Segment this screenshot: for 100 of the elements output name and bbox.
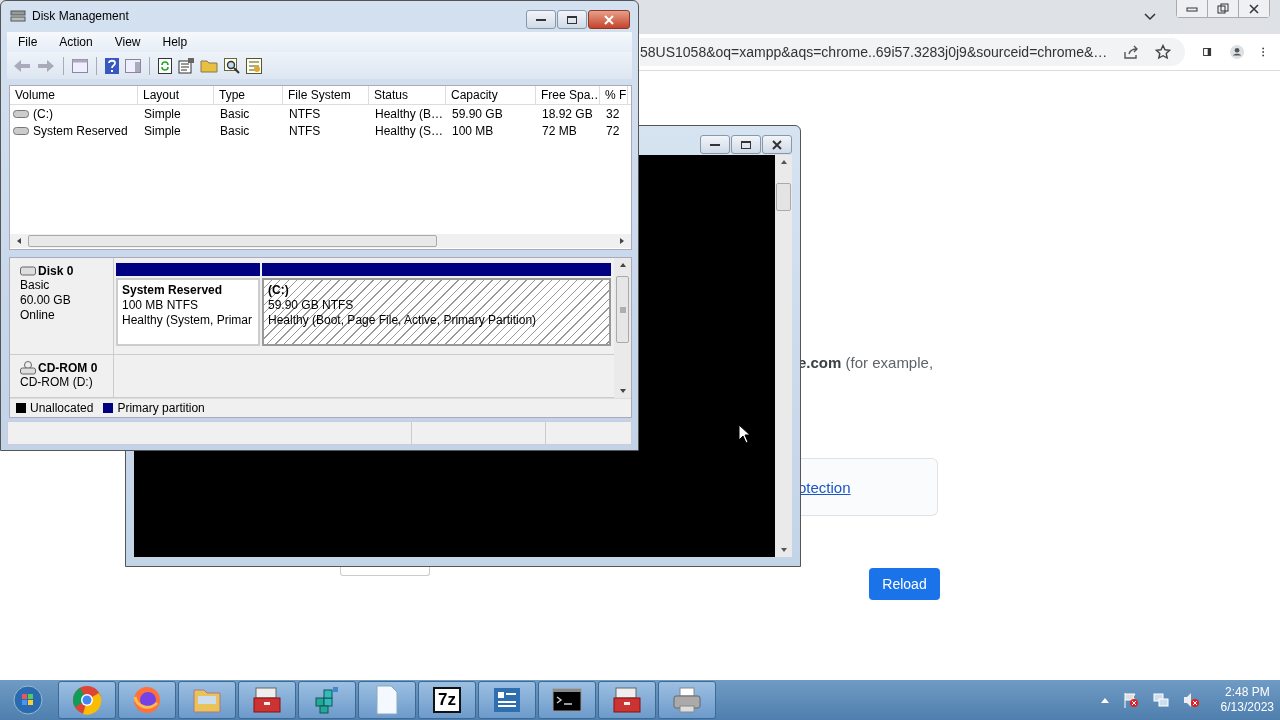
table-cell-text: 72 (605, 123, 621, 138)
close-button[interactable] (1238, 0, 1269, 17)
maximize-icon (567, 15, 577, 24)
taskbar-button[interactable] (598, 681, 656, 719)
table-cell: (C:) (33, 106, 53, 121)
table-cell-text: Simple (143, 106, 182, 121)
clock[interactable]: 2:48 PM 6/13/2023 (1220, 685, 1274, 715)
table-cell-text: NTFS (288, 106, 322, 121)
partition-block[interactable]: (C:) 59.90 GB NTFS Healthy (Boot, Page File, Active, Primary Partition) (262, 278, 611, 347)
printer-icon (672, 686, 702, 714)
table-cell-text: Basic (219, 106, 251, 121)
scroll-down-icon[interactable] (618, 388, 627, 395)
scroll-up-icon[interactable] (618, 262, 627, 269)
address-bar[interactable]: 58US1058&oq=xampp&aqs=chrome..69i57.3283j0j9&sourceid=chrome&… (640, 38, 1186, 66)
taskbar-button[interactable] (478, 681, 536, 719)
drive-icon (13, 109, 29, 118)
taskbar-button[interactable] (658, 681, 716, 719)
menu-item[interactable]: Action (48, 34, 104, 49)
control-panel-icon (492, 686, 522, 714)
clock-date: 6/13/2023 (1220, 700, 1274, 715)
toolbox-icon (252, 686, 282, 714)
taskbar-button[interactable] (538, 681, 596, 719)
close-button[interactable] (588, 10, 630, 29)
menu-item[interactable]: Help (151, 34, 199, 49)
refresh-icon[interactable] (158, 57, 172, 74)
vertical-scrollbar[interactable] (775, 155, 792, 557)
restore-button[interactable] (1207, 0, 1238, 17)
taskbar-button[interactable] (358, 681, 416, 719)
scroll-right-icon[interactable] (619, 237, 625, 246)
show-hidden-icons-icon[interactable] (1100, 697, 1109, 703)
minimize-button[interactable] (526, 10, 556, 29)
scroll-up-icon[interactable] (779, 159, 788, 165)
column-header[interactable]: Status (369, 86, 446, 105)
partition-detail: 59.90 GB NTFS (268, 298, 355, 314)
scroll-down-icon[interactable] (779, 547, 788, 553)
help-icon[interactable] (105, 57, 119, 74)
column-header[interactable]: % F (600, 86, 628, 105)
close-icon (1248, 2, 1260, 15)
menu-item[interactable]: View (103, 34, 152, 49)
table-cell-text: NTFS (288, 123, 322, 138)
column-header[interactable]: Free Spa… (536, 86, 600, 105)
disk-detail: 60.00 GB (20, 293, 72, 309)
minimize-icon (1186, 5, 1198, 12)
flag-icon[interactable] (1122, 692, 1139, 708)
close-icon (772, 139, 782, 150)
partition-block[interactable]: System Reserved 100 MB NTFS Healthy (System, Primar (116, 278, 260, 347)
minimize-button[interactable] (700, 135, 730, 154)
disk-label[interactable]: Disk 0 Basic 60.00 GB Online (10, 258, 114, 355)
folder-icon (192, 686, 222, 714)
side-panel-icon[interactable] (1203, 45, 1212, 59)
maximize-button[interactable] (557, 10, 587, 29)
partition-detail: 100 MB NTFS (122, 298, 200, 314)
restore-icon (1217, 2, 1229, 15)
column-header[interactable]: Capacity (446, 86, 536, 105)
partition-detail: Healthy (Boot, Page File, Active, Primary Partition) (268, 313, 538, 329)
folder-icon[interactable] (200, 58, 218, 73)
panel-icon[interactable] (125, 58, 141, 73)
drive-icon (13, 126, 29, 135)
partition-detail: Healthy (System, Primar (122, 313, 254, 329)
vertical-scrollbar[interactable] (614, 258, 631, 399)
partition-name: (C:) (268, 283, 290, 299)
network-icon[interactable] (1152, 692, 1169, 708)
column-header[interactable]: Layout (138, 86, 214, 105)
share-icon[interactable] (1123, 44, 1140, 60)
disk-management-icon (10, 9, 26, 24)
table-cell-text: Basic (219, 123, 251, 138)
disk-name: Disk 0 (38, 264, 74, 279)
column-header[interactable]: Type (214, 86, 283, 105)
horizontal-scrollbar[interactable] (10, 234, 631, 249)
menu-item[interactable]: File (7, 34, 49, 49)
disk-name: CD-ROM 0 (38, 361, 98, 376)
settings-icon[interactable] (246, 57, 262, 74)
close-button[interactable] (762, 135, 792, 154)
scroll-left-icon[interactable] (16, 237, 22, 246)
properties-icon[interactable] (178, 57, 194, 74)
scroll-thumb[interactable] (28, 235, 437, 248)
console-icon (552, 688, 582, 712)
table-cell-text: Healthy (S… (374, 123, 445, 138)
magnifier-icon[interactable] (224, 57, 240, 74)
taskbar-button[interactable] (238, 681, 296, 719)
windows-logo-icon (13, 685, 43, 715)
archive-icon: 7z (433, 687, 461, 713)
disk-label[interactable]: CD-ROM 0 CD-ROM (D:) (10, 355, 114, 398)
maximize-button[interactable] (731, 135, 761, 154)
taskbar-button[interactable]: 7z (418, 681, 476, 719)
chevron-down-icon[interactable] (1144, 13, 1156, 21)
reload-button[interactable]: Reload (869, 568, 940, 600)
legend-label: Unallocated (30, 401, 94, 416)
panel-icon[interactable] (72, 58, 88, 73)
partition-name: System Reserved (122, 283, 224, 299)
close-icon (604, 14, 614, 25)
table-cell-text: 32 (605, 106, 621, 121)
table-cell-text: 72 MB (541, 123, 578, 138)
speaker-muted-icon[interactable] (1182, 692, 1199, 708)
cd-drive-icon (20, 361, 36, 376)
star-icon[interactable] (1155, 44, 1172, 60)
column-header[interactable]: File System (283, 86, 369, 105)
grip-icon[interactable] (619, 306, 626, 313)
column-header[interactable]: Volume (10, 86, 138, 105)
scroll-thumb[interactable] (776, 183, 791, 211)
